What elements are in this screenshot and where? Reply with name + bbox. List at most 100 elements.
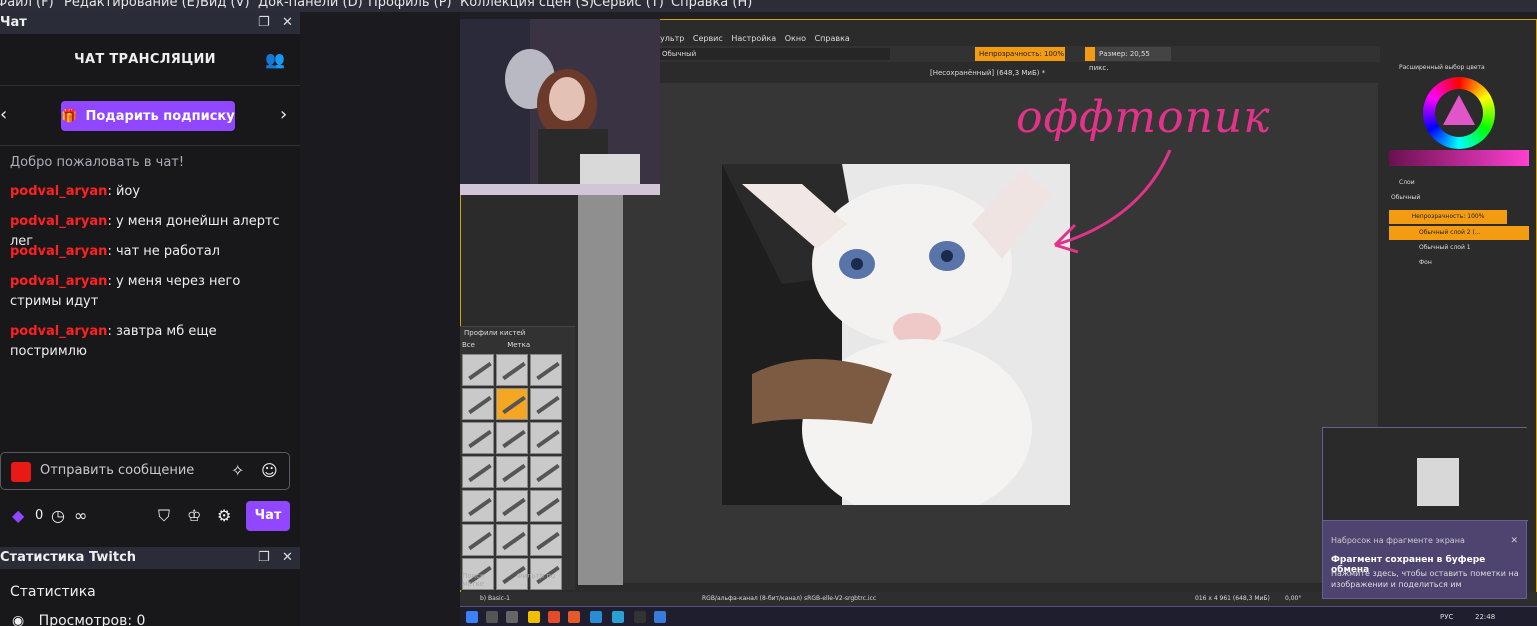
chat-text: чат не работал (115, 244, 220, 259)
brush-preset[interactable] (496, 354, 528, 386)
chrome-icon[interactable] (548, 611, 560, 623)
size-slider[interactable]: Размер: 20,55 пикс. (1085, 47, 1171, 72)
brush-preset[interactable] (462, 456, 494, 488)
undock-icon[interactable]: ❐ (258, 550, 270, 565)
undock-icon[interactable]: ❐ (258, 15, 270, 30)
chat-input-placeholder: Отправить сообщение (40, 463, 195, 478)
channel-points-icon[interactable]: ◆ (12, 506, 24, 525)
tray-clock[interactable]: 22:48 (1475, 613, 1495, 621)
krita-icon[interactable] (654, 611, 666, 623)
brush-preset[interactable] (530, 456, 562, 488)
krita-menu-help[interactable]: Справка (815, 34, 850, 43)
brush-preset[interactable] (530, 388, 562, 420)
brush-filter-label: Все (462, 341, 475, 349)
menu-edit[interactable]: Редактирование (E) (64, 0, 200, 10)
brush-preset[interactable] (530, 422, 562, 454)
brush-preset[interactable] (530, 490, 562, 522)
menu-profile[interactable]: Профиль (P) (368, 0, 452, 10)
gear-icon[interactable]: ⚙ (217, 506, 231, 525)
layers-blend-select[interactable]: Обычный (1391, 194, 1420, 201)
status-color-profile: RGB/альфа-канал (8-бит/канал) sRGB-elle-… (702, 595, 877, 602)
krita-menu-window[interactable]: Окно (785, 34, 806, 43)
color-panel-title: Расширенный выбор цвета (1399, 64, 1485, 71)
gift-row: ‹ 🎁 Подарить подписку › (0, 86, 300, 146)
brush-preset[interactable] (462, 422, 494, 454)
app-icon[interactable] (568, 611, 580, 623)
timer-icon[interactable]: ◷ (51, 506, 65, 525)
brush-preset[interactable] (462, 354, 494, 386)
menu-docks[interactable]: Док-панели (D) (258, 0, 363, 10)
snip-notification[interactable]: Набросок на фрагменте экрана ✕ Фрагмент … (1322, 427, 1528, 599)
menu-view[interactable]: Вид (V) (200, 0, 250, 10)
layer-row[interactable]: Обычный слой 1 (1389, 241, 1529, 255)
chat-username[interactable]: podval_aryan (10, 274, 107, 289)
krita-menu-settings[interactable]: Настройка (731, 34, 776, 43)
close-icon[interactable]: ✕ (1510, 536, 1518, 546)
chat-username[interactable]: podval_aryan (10, 184, 107, 199)
brush-preset[interactable] (462, 388, 494, 420)
brush-preset[interactable] (462, 490, 494, 522)
color-triangle[interactable] (1443, 95, 1475, 125)
menu-file[interactable]: Файл (F) (0, 0, 54, 10)
brush-search-input[interactable]: Поиск (462, 572, 484, 580)
brush-preset[interactable] (530, 354, 562, 386)
shield-icon[interactable]: ⛉ (158, 506, 170, 526)
send-chat-button[interactable]: Чат (246, 501, 290, 531)
chat-input[interactable]: Отправить сообщение ✧ ☺ (0, 452, 290, 490)
chat-welcome: Добро пожаловать в чат! (10, 155, 185, 170)
layers-opacity[interactable]: Непрозрачность: 100% (1389, 210, 1507, 224)
brush-preset[interactable] (496, 524, 528, 556)
color-gradient[interactable] (1389, 150, 1529, 166)
snip-cat-thumb (1417, 458, 1459, 506)
chat-message: podval_aryan: чат не работал (10, 244, 220, 259)
krita-menu-tools[interactable]: Сервис (693, 34, 723, 43)
emote-icon[interactable]: ☺ (261, 461, 278, 480)
explorer-icon[interactable] (528, 611, 540, 623)
brush-preset[interactable] (530, 524, 562, 556)
users-icon[interactable]: 👥 (265, 50, 285, 69)
trophy-icon[interactable]: ♔ (187, 506, 201, 525)
search-icon[interactable] (486, 611, 498, 623)
layer-row[interactable]: Фон (1389, 256, 1529, 270)
menu-tools[interactable]: Сервис (T) (593, 0, 664, 10)
brush-preset[interactable] (496, 422, 528, 454)
annotation-arrow (1053, 149, 1172, 254)
chat-username[interactable]: podval_aryan (10, 244, 107, 259)
toast-body: Нажмите здесь, чтобы оставить пометки на… (1331, 569, 1519, 589)
app-icon[interactable] (590, 611, 602, 623)
chat-username[interactable]: podval_aryan (10, 324, 107, 339)
document-tab[interactable]: [Несохранённый] (648,3 МиБ) * (930, 69, 1045, 77)
krita-menubar: ультр Сервис Настройка Окно Справка (660, 34, 856, 46)
opacity-slider[interactable]: Непрозрачность: 100% (975, 47, 1065, 61)
sparkle-icon[interactable]: ✧ (231, 461, 244, 480)
brush-preset[interactable] (496, 490, 528, 522)
chevron-right-icon[interactable]: › (280, 104, 287, 125)
chevron-left-icon[interactable]: ‹ (0, 104, 7, 125)
blend-mode-select[interactable]: Обычный (660, 48, 890, 60)
chat-text: йоу (115, 184, 141, 199)
obs-icon[interactable] (634, 611, 646, 623)
canvas-gutter (578, 195, 623, 585)
cat-photo (722, 164, 1070, 505)
gift-sub-button[interactable]: 🎁 Подарить подписку (61, 101, 235, 131)
menu-help[interactable]: Справка (H) (671, 0, 752, 10)
taskview-icon[interactable] (506, 611, 518, 623)
close-icon[interactable]: ✕ (282, 15, 293, 30)
chat-bottom-row: ◆ 0 ◷ ∞ ⛉ ♔ ⚙ Чат (0, 500, 300, 532)
chat-message: podval_aryan: йоу (10, 184, 141, 199)
brush-preset[interactable] (462, 524, 494, 556)
telegram-icon[interactable] (612, 611, 624, 623)
tray-language[interactable]: РУС (1440, 613, 1453, 621)
close-icon[interactable]: ✕ (282, 550, 293, 565)
brush-preset[interactable] (496, 456, 528, 488)
chat-message: podval_aryan: завтра мб еще постримлю (10, 324, 217, 359)
points-count: 0 (35, 508, 44, 523)
layer-row[interactable]: Обычный слой 2 (... (1389, 226, 1529, 240)
layers-panel-title: Слои (1399, 179, 1415, 186)
krita-menu-filter[interactable]: ультр (660, 34, 684, 43)
menu-scene-collection[interactable]: Коллекция сцен (S) (460, 0, 594, 10)
brush-preset-active[interactable] (496, 388, 528, 420)
start-icon[interactable] (466, 611, 478, 623)
chat-username[interactable]: podval_aryan (10, 214, 107, 229)
brush-filter-select[interactable]: Все Метка (462, 341, 530, 349)
